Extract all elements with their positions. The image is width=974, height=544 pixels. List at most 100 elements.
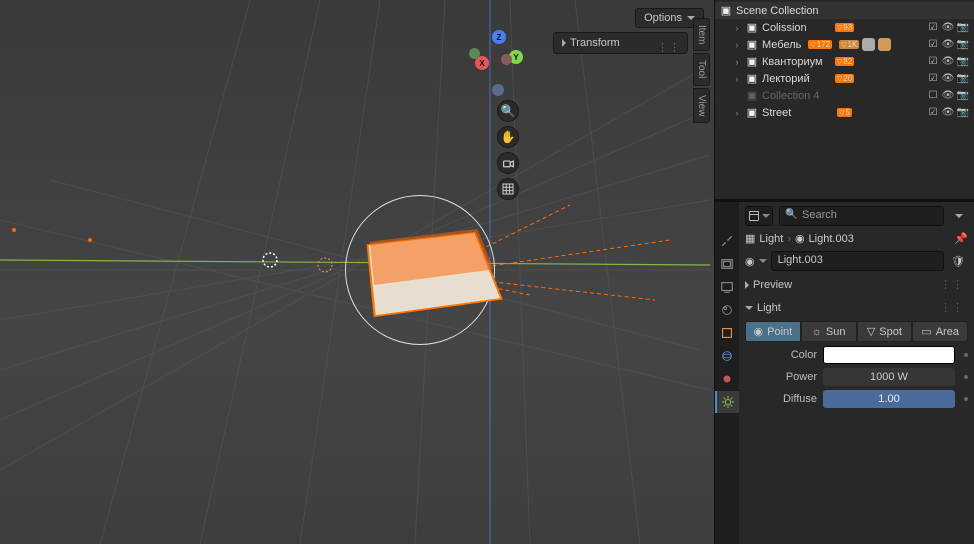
editor-type-dropdown[interactable] bbox=[745, 206, 773, 226]
properties-content: Search ▦ Light › ◉ Light.003 📌 ◉ Light.0… bbox=[739, 202, 974, 544]
collection-count-badge-2: 1K bbox=[839, 40, 859, 49]
light-type-point[interactable]: ◉ Point bbox=[745, 321, 801, 342]
render-properties-tab[interactable] bbox=[715, 253, 739, 275]
outliner-item[interactable]: › ▣ Colission 93 ☑ 👁 📷 bbox=[715, 19, 974, 36]
animate-property-icon[interactable] bbox=[964, 397, 968, 401]
visibility-toggle[interactable]: 👁 bbox=[941, 21, 955, 35]
fake-user-icon[interactable]: 🛡 bbox=[948, 255, 968, 268]
collection-count-badge: 5 bbox=[837, 108, 852, 117]
sidebar-tab-tool[interactable]: Tool bbox=[693, 53, 710, 85]
light-panel-header[interactable]: Light ⋮⋮ bbox=[745, 298, 968, 317]
collection-label[interactable]: Collection 4 bbox=[762, 90, 841, 102]
chevron-down-icon bbox=[745, 306, 753, 310]
exclude-toggle[interactable]: ☑ bbox=[926, 38, 940, 52]
render-toggle[interactable]: 📷 bbox=[956, 106, 970, 120]
pin-icon[interactable]: 📌 bbox=[954, 232, 968, 245]
collection-label[interactable]: Кванториум bbox=[762, 56, 828, 68]
object-chip bbox=[862, 38, 875, 51]
collection-label[interactable]: Street bbox=[762, 107, 830, 119]
render-toggle[interactable]: 📷 bbox=[956, 55, 970, 69]
outliner-scene-collection[interactable]: ▣ Scene Collection bbox=[715, 2, 974, 19]
breadcrumb-object[interactable]: Light bbox=[759, 233, 783, 245]
breadcrumb-data[interactable]: Light.003 bbox=[809, 233, 854, 245]
animate-property-icon[interactable] bbox=[964, 353, 968, 357]
constraints-properties-tab[interactable] bbox=[715, 368, 739, 390]
chevron-down-icon bbox=[955, 214, 963, 218]
drag-handle-icon[interactable]: ⋮⋮ bbox=[940, 278, 968, 291]
outliner-item[interactable]: › ▣ Кванториум 82 ☑ 👁 📷 bbox=[715, 53, 974, 70]
light-name-input[interactable]: Light.003 bbox=[771, 251, 944, 271]
collection-label[interactable]: Мебель bbox=[762, 39, 801, 51]
light-icon: ◉ bbox=[795, 232, 805, 245]
zoom-tool-icon[interactable]: 🔍 bbox=[497, 100, 519, 122]
visibility-toggle[interactable]: 👁 bbox=[941, 55, 955, 69]
render-toggle[interactable]: 📷 bbox=[956, 21, 970, 35]
camera-view-icon[interactable] bbox=[497, 152, 519, 174]
light-label: Light bbox=[757, 302, 781, 314]
animate-property-icon[interactable] bbox=[964, 375, 968, 379]
collection-count-badge: 20 bbox=[835, 74, 854, 83]
render-toggle[interactable]: 📷 bbox=[956, 89, 970, 103]
object-chip bbox=[878, 38, 891, 51]
transform-panel[interactable]: Transform ⋮⋮ bbox=[553, 32, 688, 54]
light-type-area[interactable]: ▭ Area bbox=[912, 321, 968, 342]
light-data-icon[interactable]: ◉ bbox=[745, 255, 755, 268]
pan-tool-icon[interactable]: ✋ bbox=[497, 126, 519, 148]
exclude-toggle[interactable]: ☑ bbox=[926, 106, 940, 120]
collection-label[interactable]: Colission bbox=[762, 22, 828, 34]
exclude-toggle[interactable]: ☑ bbox=[926, 21, 940, 35]
light-diffuse-slider[interactable]: 1.00 bbox=[823, 390, 955, 408]
properties-search-input[interactable]: Search bbox=[779, 206, 944, 226]
properties-options-dropdown[interactable] bbox=[950, 207, 968, 225]
visibility-toggle[interactable]: 👁 bbox=[941, 72, 955, 86]
exclude-toggle[interactable]: ☑ bbox=[926, 72, 940, 86]
outliner-item[interactable]: › ▣ Лекторий 20 ☑ 👁 📷 bbox=[715, 70, 974, 87]
render-toggle[interactable]: 📷 bbox=[956, 38, 970, 52]
expand-toggle[interactable]: › bbox=[732, 108, 742, 118]
gizmo-neg-x[interactable] bbox=[492, 84, 504, 96]
selected-object[interactable] bbox=[350, 200, 510, 340]
output-properties-tab[interactable] bbox=[715, 276, 739, 298]
outliner-item[interactable]: › ▣ Мебель 172 1K ☑ 👁 📷 bbox=[715, 36, 974, 53]
outliner-item[interactable]: › ▣ Street 5 ☑ 👁 📷 bbox=[715, 104, 974, 121]
gizmo-neg-y[interactable] bbox=[469, 48, 480, 59]
expand-toggle[interactable]: › bbox=[732, 57, 742, 67]
expand-toggle[interactable]: › bbox=[732, 74, 742, 84]
visibility-toggle[interactable]: 👁 bbox=[941, 89, 955, 103]
visibility-toggle[interactable]: 👁 bbox=[941, 106, 955, 120]
chevron-down-icon[interactable] bbox=[759, 259, 767, 263]
collection-count-badge: 172 bbox=[808, 40, 832, 49]
preview-panel-header[interactable]: Preview ⋮⋮ bbox=[745, 275, 968, 294]
render-toggle[interactable]: 📷 bbox=[956, 72, 970, 86]
light-power-input[interactable]: 1000 W bbox=[823, 368, 955, 386]
perspective-toggle-icon[interactable] bbox=[497, 178, 519, 200]
collection-icon: ▣ bbox=[745, 89, 759, 103]
visibility-toggle[interactable]: 👁 bbox=[941, 38, 955, 52]
outliner-item[interactable]: › ▣ Collection 4 ☐ 👁 📷 bbox=[715, 87, 974, 104]
scene-properties-tab[interactable] bbox=[715, 299, 739, 321]
expand-toggle[interactable]: › bbox=[732, 23, 742, 33]
data-properties-tab[interactable] bbox=[715, 391, 739, 413]
light-type-spot[interactable]: ▽ Spot bbox=[857, 321, 913, 342]
viewport-3d[interactable]: Options Transform ⋮⋮ Item Tool View Z Y … bbox=[0, 0, 714, 544]
light-type-sun[interactable]: ☼ Sun bbox=[801, 321, 857, 342]
point-icon: ◉ bbox=[754, 325, 764, 338]
sidebar-tab-item[interactable]: Item bbox=[693, 18, 710, 51]
gizmo-neg-z[interactable] bbox=[501, 54, 512, 65]
light-color-swatch[interactable] bbox=[823, 346, 955, 364]
drag-handle-icon[interactable]: ⋮⋮ bbox=[657, 41, 681, 54]
gizmo-z-axis[interactable]: Z bbox=[492, 30, 506, 44]
exclude-toggle[interactable]: ☑ bbox=[926, 55, 940, 69]
physics-properties-tab[interactable] bbox=[715, 345, 739, 367]
chevron-right-icon: › bbox=[787, 233, 791, 245]
collection-label[interactable]: Лекторий bbox=[762, 73, 828, 85]
exclude-toggle[interactable]: ☐ bbox=[926, 89, 940, 103]
drag-handle-icon[interactable]: ⋮⋮ bbox=[940, 301, 968, 314]
navigation-gizmo[interactable]: Z Y X bbox=[469, 30, 529, 90]
outliner-panel[interactable]: ▣ Scene Collection › ▣ Colission 93 ☑ 👁 … bbox=[715, 0, 974, 200]
collection-icon: ▣ bbox=[745, 72, 759, 86]
object-properties-tab[interactable] bbox=[715, 322, 739, 344]
expand-toggle[interactable]: › bbox=[732, 40, 742, 50]
sidebar-tab-view[interactable]: View bbox=[693, 88, 710, 124]
tool-properties-tab[interactable] bbox=[715, 230, 739, 252]
